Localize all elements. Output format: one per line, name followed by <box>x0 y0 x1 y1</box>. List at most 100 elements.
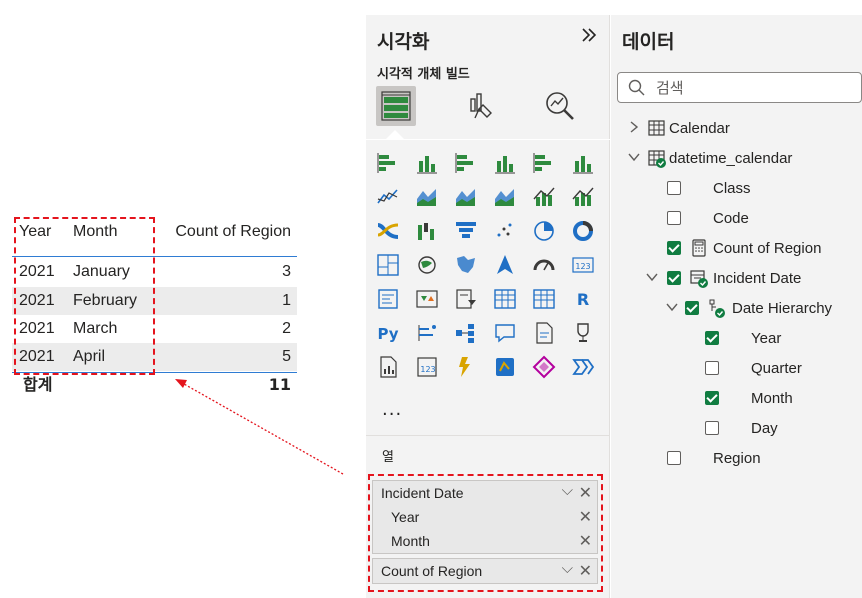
kpi-icon[interactable] <box>413 285 441 313</box>
qa-icon[interactable] <box>491 319 519 347</box>
chevron-right-icon[interactable] <box>627 119 641 135</box>
card-new-icon[interactable]: 123 <box>413 353 441 381</box>
field-month[interactable]: Month <box>611 386 862 412</box>
field-label: Count of Region <box>713 240 822 257</box>
more-visuals-ellipsis[interactable]: ... <box>382 399 402 420</box>
filled-map-icon[interactable] <box>452 251 480 279</box>
tab-analytics[interactable] <box>540 86 580 126</box>
field-quarter[interactable]: Quarter <box>611 356 862 382</box>
checkbox-checked[interactable] <box>667 271 681 285</box>
100-stacked-column-icon[interactable] <box>569 149 597 177</box>
line-stacked-column-icon[interactable] <box>569 183 597 211</box>
field-code[interactable]: Code <box>611 206 862 232</box>
more-visuals-icon[interactable] <box>569 353 597 381</box>
cell-count: 5 <box>282 348 291 365</box>
table-icon <box>648 120 665 136</box>
multi-row-card-icon[interactable] <box>374 285 402 313</box>
field-label: Region <box>713 450 761 467</box>
checkbox-checked[interactable] <box>685 301 699 315</box>
scatter-icon[interactable] <box>491 217 519 245</box>
decomposition-tree-icon[interactable] <box>452 319 480 347</box>
format-brush-icon <box>470 93 492 119</box>
chevron-down-icon[interactable] <box>665 299 679 315</box>
chevron-down-icon[interactable] <box>627 149 641 165</box>
checkbox-checked[interactable] <box>705 391 719 405</box>
azure-map-icon[interactable] <box>491 251 519 279</box>
data-pane: 데이터 Calendar <box>611 15 862 598</box>
field-year[interactable]: Year <box>611 326 862 352</box>
field-incident-date[interactable]: Incident Date <box>611 266 862 292</box>
header-count-of-region[interactable]: Count of Region <box>175 218 291 246</box>
python-visual-icon[interactable]: Py <box>374 319 402 347</box>
stacked-bar-icon[interactable] <box>374 149 402 177</box>
matrix-icon[interactable] <box>530 285 558 313</box>
field-label: Date Hierarchy <box>732 300 833 317</box>
r-visual-icon[interactable]: R <box>569 285 597 313</box>
field-count-of-region[interactable]: Count of Region <box>611 236 862 262</box>
checkbox[interactable] <box>705 421 719 435</box>
svg-text:R: R <box>577 290 589 309</box>
area-chart-icon[interactable] <box>413 183 441 211</box>
tab-build-visual[interactable] <box>376 86 416 126</box>
clustered-column-icon[interactable] <box>491 149 519 177</box>
chevron-down-icon[interactable] <box>645 269 659 285</box>
columns-well-label: 열 <box>382 450 394 465</box>
collapse-pane-icon[interactable] <box>580 25 598 50</box>
map-icon[interactable] <box>413 251 441 279</box>
search-input[interactable] <box>656 77 846 99</box>
cell-count: 3 <box>282 263 291 280</box>
checkbox-checked[interactable] <box>667 241 681 255</box>
tree-table-label: Calendar <box>669 120 730 137</box>
table-icon[interactable] <box>491 285 519 313</box>
tree-table-calendar[interactable]: Calendar <box>611 116 862 142</box>
checkbox[interactable] <box>667 181 681 195</box>
stacked-area-icon[interactable] <box>452 183 480 211</box>
checkbox-checked[interactable] <box>705 331 719 345</box>
total-value: 11 <box>268 375 291 394</box>
svg-text:123: 123 <box>575 262 590 271</box>
checkbox[interactable] <box>667 211 681 225</box>
hierarchy-checked-icon <box>709 299 725 318</box>
stacked-column-icon[interactable] <box>413 149 441 177</box>
ribbon-chart-icon[interactable] <box>374 217 402 245</box>
field-date-hierarchy[interactable]: Date Hierarchy <box>611 296 862 322</box>
100-stacked-bar-icon[interactable] <box>530 149 558 177</box>
100-stacked-area-icon[interactable] <box>491 183 519 211</box>
annotation-box-table <box>14 217 155 375</box>
clustered-bar-icon[interactable] <box>452 149 480 177</box>
tab-format-visual[interactable] <box>460 86 500 126</box>
goals-icon[interactable] <box>569 319 597 347</box>
narrative-icon[interactable] <box>530 319 558 347</box>
line-clustered-column-icon[interactable] <box>530 183 558 211</box>
power-apps-icon[interactable] <box>530 353 558 381</box>
key-influencers-icon[interactable] <box>413 319 441 347</box>
slicer-icon[interactable] <box>452 285 480 313</box>
funnel-icon[interactable] <box>452 217 480 245</box>
search-icon <box>628 79 645 96</box>
paginated-report-icon[interactable] <box>374 353 402 381</box>
checkbox[interactable] <box>705 361 719 375</box>
treemap-icon[interactable] <box>374 251 402 279</box>
search-box[interactable] <box>617 72 862 103</box>
power-automate-icon[interactable] <box>452 353 480 381</box>
checkbox[interactable] <box>667 451 681 465</box>
field-label: Code <box>713 210 749 227</box>
field-day[interactable]: Day <box>611 416 862 442</box>
calendar-checked-icon <box>690 270 708 288</box>
tree-table-label: datetime_calendar <box>669 150 793 167</box>
gauge-icon[interactable] <box>530 251 558 279</box>
donut-chart-icon[interactable] <box>569 217 597 245</box>
build-visual-label: 시각적 개체 빌드 <box>377 67 470 82</box>
card-icon[interactable]: 123 <box>569 251 597 279</box>
waterfall-icon[interactable] <box>413 217 441 245</box>
tree-table-datetime-calendar[interactable]: datetime_calendar <box>611 146 862 172</box>
field-region[interactable]: Region <box>611 446 862 472</box>
annotation-box-wells <box>368 474 603 592</box>
azure-maps-icon[interactable] <box>491 353 519 381</box>
field-class[interactable]: Class <box>611 176 862 202</box>
pie-chart-icon[interactable] <box>530 217 558 245</box>
screenshot-root: Year Month Count of Region 2021 January … <box>0 0 862 598</box>
build-visual-icon <box>381 91 411 121</box>
field-label: Quarter <box>751 360 802 377</box>
line-chart-icon[interactable] <box>374 183 402 211</box>
